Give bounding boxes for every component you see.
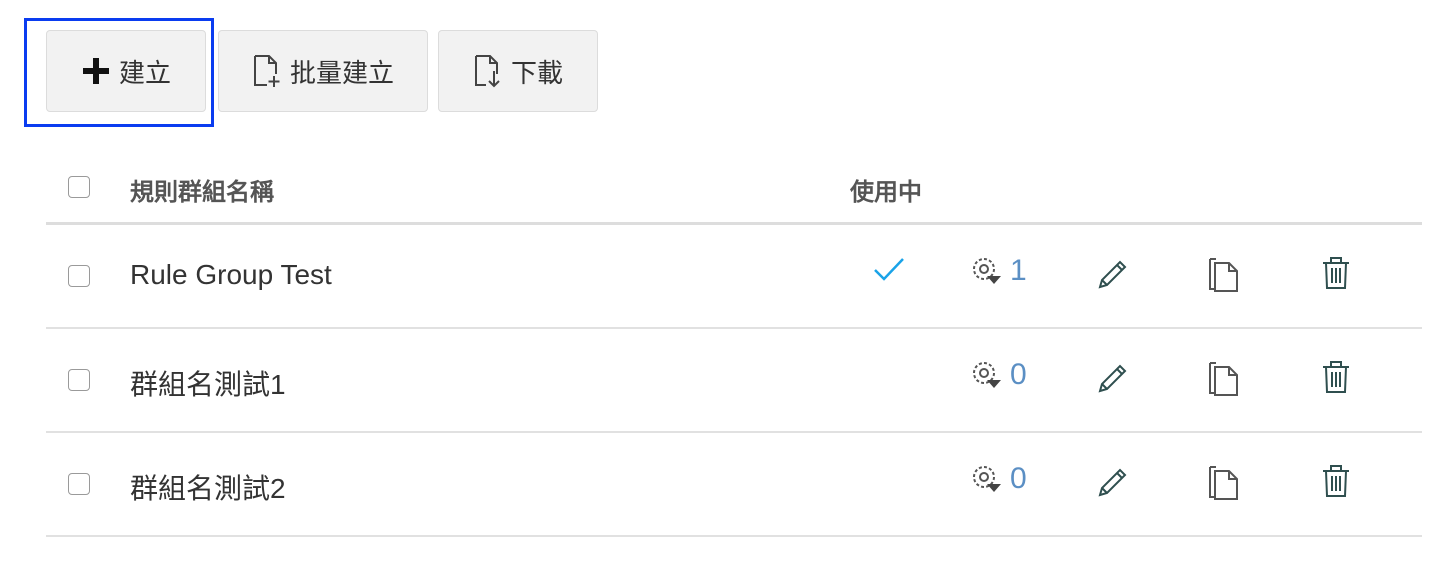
row-checkbox[interactable] <box>68 369 90 391</box>
file-download-icon <box>474 55 500 88</box>
table-row: Rule Group Test 1 <box>46 225 1422 329</box>
row-checkbox[interactable] <box>68 473 90 495</box>
pencil-icon[interactable] <box>1094 257 1130 293</box>
pencil-icon[interactable] <box>1094 361 1130 397</box>
bulk-create-button[interactable]: 批量建立 <box>218 30 428 112</box>
gear-rules-icon <box>973 258 1001 284</box>
rule-count: 0 <box>1010 462 1027 495</box>
gear-rules-icon <box>973 362 1001 388</box>
table-header: 規則群組名稱 使用中 <box>46 150 1422 225</box>
row-checkbox[interactable] <box>68 265 90 287</box>
rule-count: 1 <box>1010 254 1027 287</box>
rule-group-name: 群組名測試1 <box>130 369 286 400</box>
rules-link[interactable]: 0 <box>968 357 1027 393</box>
select-all-checkbox[interactable] <box>68 176 90 198</box>
download-button[interactable]: 下載 <box>438 30 598 112</box>
copy-icon[interactable] <box>1206 255 1240 293</box>
bulk-create-button-label: 批量建立 <box>289 57 394 88</box>
download-button-label: 下載 <box>510 57 563 88</box>
trash-icon[interactable] <box>1320 463 1352 499</box>
column-header-in-use: 使用中 <box>850 179 922 206</box>
plus-icon <box>82 58 109 84</box>
copy-icon[interactable] <box>1206 463 1240 501</box>
copy-icon[interactable] <box>1206 359 1240 397</box>
trash-icon[interactable] <box>1320 359 1352 395</box>
file-add-icon <box>253 55 280 87</box>
rule-group-name: 群組名測試2 <box>130 473 286 504</box>
checkmark-icon <box>874 258 904 281</box>
rules-link[interactable]: 0 <box>968 461 1027 497</box>
pencil-icon[interactable] <box>1094 465 1130 501</box>
table-row: 群組名測試2 0 <box>46 433 1422 537</box>
gear-rules-icon <box>973 466 1001 492</box>
create-button[interactable]: 建立 <box>46 30 206 112</box>
trash-icon[interactable] <box>1320 255 1352 291</box>
rule-count: 0 <box>1010 358 1027 391</box>
column-header-name: 規則群組名稱 <box>130 179 274 206</box>
rule-group-name: Rule Group Test <box>130 259 332 290</box>
table-row: 群組名測試1 0 <box>46 329 1422 433</box>
rule-group-table: 規則群組名稱 使用中 Rule Group Test 1 群組名測試1 0 群組… <box>46 150 1422 537</box>
create-button-label: 建立 <box>118 57 171 88</box>
rules-link[interactable]: 1 <box>968 253 1027 289</box>
